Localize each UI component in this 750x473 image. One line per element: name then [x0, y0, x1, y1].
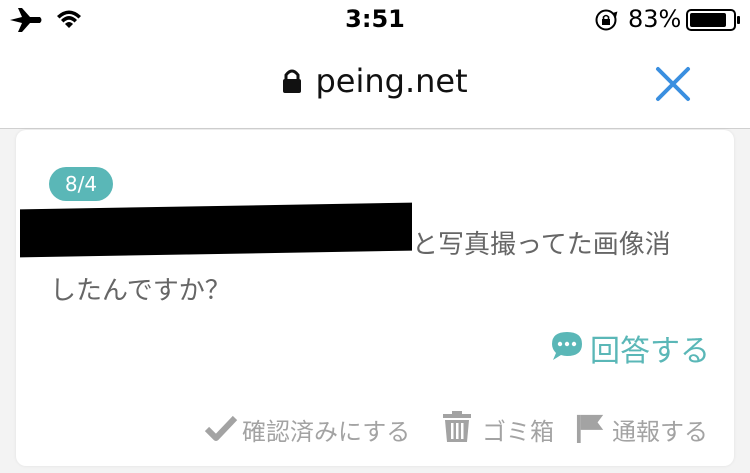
- action-bar: 確認済みにする ゴミ箱 通報する: [16, 408, 734, 448]
- lock-icon: [283, 69, 302, 93]
- trash-icon: [443, 411, 471, 442]
- speech-bubble-icon: [552, 332, 582, 360]
- question-text-line2: したんですか？: [50, 276, 231, 306]
- check-icon: [204, 415, 238, 441]
- answer-label: 回答する: [590, 334, 710, 369]
- mark-confirmed-label: 確認済みにする: [242, 418, 411, 446]
- url-display[interactable]: peing.net: [0, 62, 750, 106]
- date-badge: 8/4: [49, 167, 113, 201]
- question-text-line1: と写真撮ってた画像消: [412, 230, 671, 260]
- question-card: 8/4 と写真撮ってた画像消 したんですか？ 回答する 確認済みにする ゴミ箱 …: [16, 130, 734, 466]
- url-text: peing.net: [315, 62, 468, 100]
- close-icon[interactable]: [652, 63, 694, 105]
- status-bar: 3:51 83%: [0, 0, 750, 40]
- report-label: 通報する: [612, 418, 708, 446]
- battery-icon: [686, 9, 740, 31]
- trash-label: ゴミ箱: [482, 418, 554, 446]
- flag-icon: [576, 414, 604, 443]
- orientation-lock-icon: [595, 9, 618, 31]
- redacted-text: [20, 202, 412, 258]
- address-bar: peing.net: [0, 40, 750, 129]
- url-group: peing.net: [282, 62, 468, 106]
- battery-percent: 83%: [628, 5, 682, 33]
